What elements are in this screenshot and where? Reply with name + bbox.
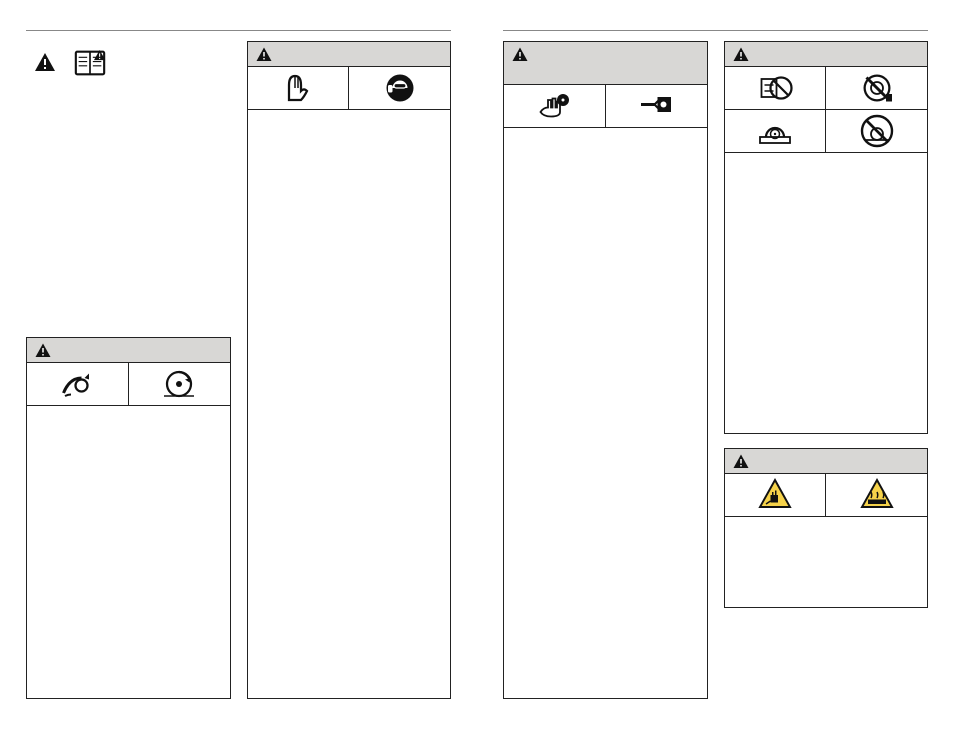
warning-box-guard: WARNING — GUARD HAZARD Do not fold or re…: [26, 337, 231, 699]
no-stand-under-icon: [854, 70, 900, 106]
left-col-1: Read all warnings and the operator's man…: [26, 41, 231, 699]
box-body-ppe: Wear protective gloves and hearing/eye p…: [248, 110, 451, 650]
warning-box-adjust: WARNING — ADJUSTMENT HAZARD Keep hands c…: [503, 41, 708, 699]
alert-triangle-icon: [33, 342, 53, 360]
page-right: WARNING — ADJUSTMENT HAZARD Keep hands c…: [477, 0, 954, 738]
intro-text: Read all warnings and the operator's man…: [26, 99, 231, 159]
page-left: Read all warnings and the operator's man…: [0, 0, 477, 738]
box-body-blade: Do not operate without guards in place. …: [725, 153, 928, 433]
box-body-adjust: Keep hands clear of blade. Do not perfor…: [504, 128, 707, 668]
wrench-adjust-icon: [633, 88, 679, 124]
hot-surface-icon: [856, 477, 898, 513]
box-header-ppe: WARNING — PHYSICAL HAZARD: [248, 42, 451, 67]
read-manual-block: [26, 41, 231, 85]
box-header-blade: WARNING — BLADE/GUARD: [725, 42, 928, 67]
no-guard-off-icon: [854, 113, 900, 149]
right-col-2: WARNING — BLADE/GUARD Do not operate wit…: [724, 41, 929, 699]
rule-top: [26, 30, 451, 31]
no-adjust-power-icon: [752, 70, 798, 106]
alert-triangle-icon: [731, 46, 751, 64]
alert-triangle-icon: [32, 51, 58, 75]
right-col-1: WARNING — ADJUSTMENT HAZARD Keep hands c…: [503, 41, 708, 699]
box-header-guard: WARNING — GUARD HAZARD: [27, 338, 230, 363]
box-label: WARNING — ADJUSTMENT HAZARD: [510, 50, 670, 79]
gloves-icon: [275, 70, 321, 106]
alert-triangle-icon: [731, 453, 751, 471]
warning-box-blade: WARNING — BLADE/GUARD Do not operate wit…: [724, 41, 929, 434]
rule-top: [503, 30, 928, 31]
ear-eye-protection-icon: [377, 70, 423, 106]
box-body-pinch: Pinch point hazard. Hot surface hazard. …: [725, 517, 928, 607]
blade-rotation-icon: [156, 366, 202, 402]
alert-triangle-icon: [254, 46, 274, 64]
box-label: WARNING — BLADE/GUARD: [759, 50, 897, 61]
warning-box-pinch-burn: WARNING — PINCH/BURN Pinch point hazard.…: [724, 448, 929, 608]
hand-cut-hazard-icon: [531, 88, 577, 124]
alert-triangle-icon: [510, 46, 530, 64]
box-header-pinch: WARNING — PINCH/BURN: [725, 449, 928, 474]
pinch-hazard-icon: [754, 477, 796, 513]
box-label: WARNING — PHYSICAL HAZARD: [282, 50, 441, 61]
warning-box-ppe: WARNING — PHYSICAL HAZARD Wear protectiv…: [247, 41, 452, 699]
box-label: WARNING — GUARD HAZARD: [61, 346, 207, 357]
box-header-adjust: WARNING — ADJUSTMENT HAZARD: [504, 42, 707, 85]
blade-guard-on-icon: [752, 113, 798, 149]
manual-book-icon: [70, 46, 110, 80]
left-col-2: WARNING — PHYSICAL HAZARD Wear protectiv…: [247, 41, 452, 699]
box-label: WARNING — PINCH/BURN: [759, 457, 886, 468]
blade-guard-fold-icon: [54, 366, 100, 402]
box-body-guard: Do not fold or remove blade guard during…: [27, 406, 230, 456]
